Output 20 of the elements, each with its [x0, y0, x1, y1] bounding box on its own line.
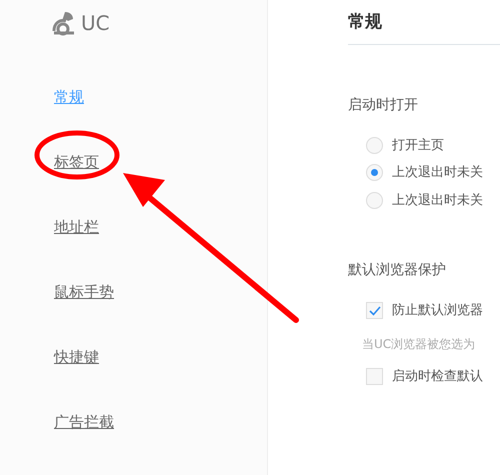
sidebar-item[interactable]: 快捷键	[50, 342, 103, 372]
section-heading: 启动时打开	[348, 96, 418, 114]
option-label: 上次退出时未关	[392, 192, 483, 210]
radio-button[interactable]	[366, 136, 383, 154]
option-label: 上次退出时未关	[392, 164, 483, 182]
logo-text: UC	[81, 10, 110, 37]
sidebar-item[interactable]: 鼠标手势	[50, 277, 118, 307]
radio-button[interactable]	[366, 164, 383, 182]
sidebar-item[interactable]: 广告拦截	[50, 407, 118, 437]
sidebar-item[interactable]: 标签页	[50, 147, 103, 177]
option-label: 打开主页	[392, 136, 444, 154]
hint-text: 当UC浏览器被您选为	[362, 336, 476, 352]
checkbox[interactable]	[366, 368, 383, 385]
page-title: 常规	[348, 11, 382, 34]
section-heading: 默认浏览器保护	[348, 261, 446, 280]
radio-button[interactable]	[366, 192, 383, 209]
option-label: 启动时检查默认	[392, 368, 483, 386]
checkbox[interactable]	[366, 302, 383, 320]
sidebar-item[interactable]: 地址栏	[50, 212, 103, 242]
option-label: 防止默认浏览器	[392, 302, 483, 320]
